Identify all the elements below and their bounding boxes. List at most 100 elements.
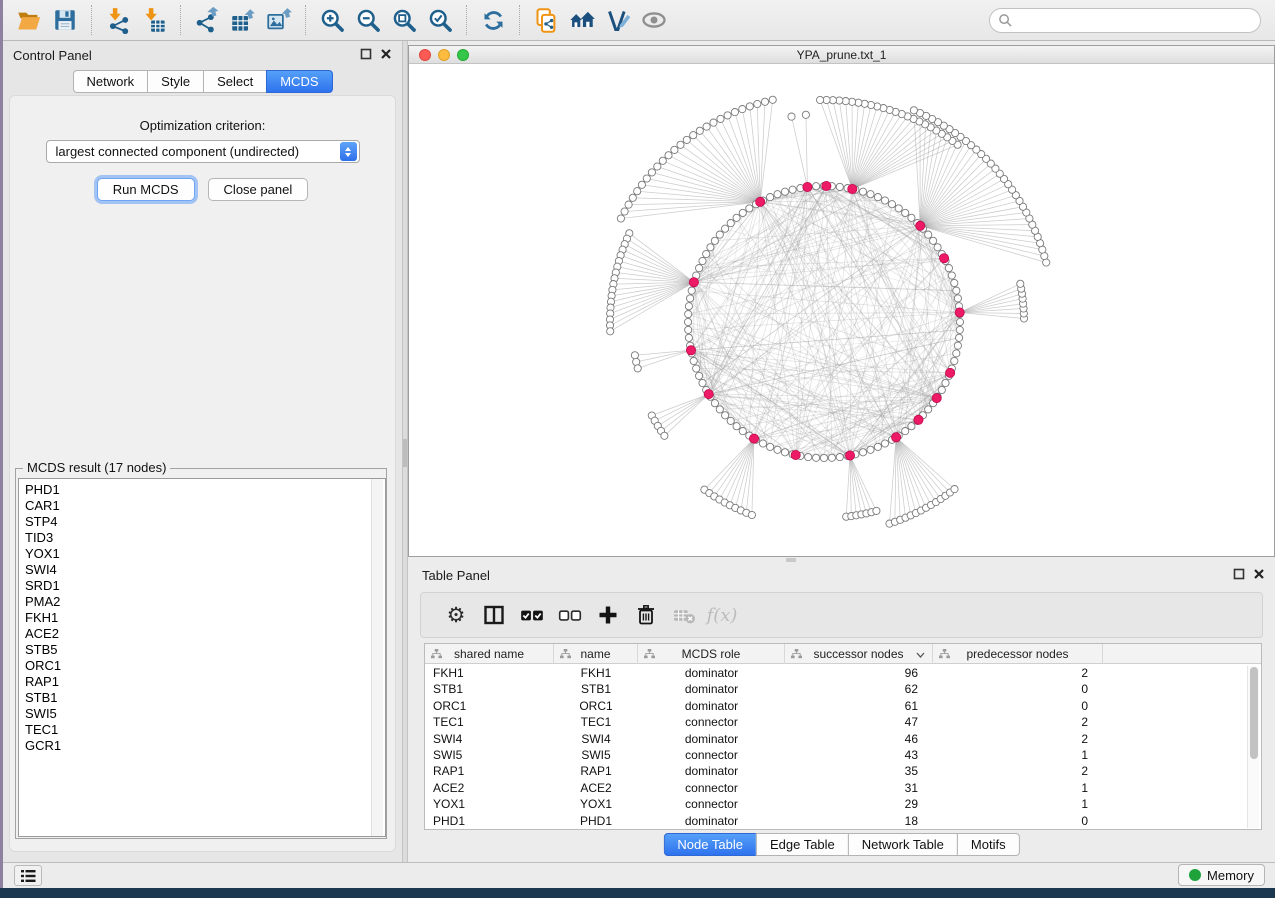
mcds-result-item[interactable]: STP4	[25, 514, 385, 530]
network-node[interactable]	[707, 244, 714, 251]
network-node[interactable]	[696, 372, 703, 379]
clone-network-button[interactable]	[528, 4, 564, 36]
mcds-result-item[interactable]: STB1	[25, 690, 385, 706]
network-node[interactable]	[754, 100, 761, 107]
network-node[interactable]	[677, 141, 684, 148]
mcds-result-item[interactable]: PHD1	[25, 482, 385, 498]
network-node[interactable]	[836, 183, 843, 190]
mcds-result-list[interactable]: PHD1CAR1STP4TID3YOX1SWI4SRD1PMA2FKH1ACE2…	[18, 478, 386, 837]
network-node[interactable]	[724, 112, 731, 119]
network-node[interactable]	[867, 191, 874, 198]
network-node[interactable]	[685, 303, 692, 310]
network-node[interactable]	[954, 342, 961, 349]
create-column-button[interactable]	[589, 596, 627, 634]
network-hub-node[interactable]	[914, 415, 923, 424]
show-hide-button[interactable]	[636, 4, 672, 36]
vizmapper-button[interactable]	[600, 4, 636, 36]
column-header-MCDS-role[interactable]: MCDS role	[638, 644, 785, 664]
task-history-button[interactable]	[14, 865, 42, 886]
network-node[interactable]	[688, 287, 695, 294]
close-panel-icon[interactable]	[1253, 568, 1265, 580]
mcds-result-item[interactable]: CAR1	[25, 498, 385, 514]
network-node[interactable]	[956, 334, 963, 341]
table-row[interactable]: SWI4SWI4dominator462	[425, 731, 1261, 747]
network-node[interactable]	[874, 443, 881, 450]
network-node[interactable]	[634, 188, 641, 195]
network-node[interactable]	[716, 406, 723, 413]
table-row[interactable]: RAP1RAP1dominator352	[425, 763, 1261, 779]
tab-network-table[interactable]: Network Table	[848, 833, 958, 856]
network-node[interactable]	[684, 318, 691, 325]
network-hub-node[interactable]	[686, 346, 695, 355]
network-node[interactable]	[817, 96, 824, 103]
mcds-list-scrollbar[interactable]	[371, 479, 383, 836]
zoom-in-button[interactable]	[314, 4, 350, 36]
mcds-result-item[interactable]: GCR1	[25, 738, 385, 754]
column-header-shared-name[interactable]: shared name	[425, 644, 554, 664]
network-node[interactable]	[659, 157, 666, 164]
network-hub-node[interactable]	[749, 434, 758, 443]
save-session-button[interactable]	[47, 4, 83, 36]
tab-style[interactable]: Style	[147, 70, 204, 93]
criterion-dropdown[interactable]: largest connected component (undirected)	[46, 140, 360, 163]
search-field[interactable]	[989, 8, 1261, 33]
network-node[interactable]	[727, 220, 734, 227]
table-row[interactable]: TEC1TEC1connector472	[425, 714, 1261, 730]
network-node[interactable]	[638, 181, 645, 188]
network-hub-node[interactable]	[791, 450, 800, 459]
search-input[interactable]	[1013, 13, 1252, 28]
network-node[interactable]	[633, 358, 640, 365]
network-node[interactable]	[690, 132, 697, 139]
network-hub-node[interactable]	[756, 197, 765, 206]
network-hub-node[interactable]	[803, 182, 812, 191]
network-node[interactable]	[703, 123, 710, 130]
memory-button[interactable]: Memory	[1178, 864, 1265, 886]
network-node[interactable]	[716, 231, 723, 238]
network-node[interactable]	[685, 326, 692, 333]
tab-mcds[interactable]: MCDS	[266, 70, 332, 93]
column-header-predecessor-nodes[interactable]: predecessor nodes	[933, 644, 1103, 664]
table-scrollbar[interactable]	[1247, 666, 1259, 828]
network-node[interactable]	[888, 201, 895, 208]
network-node[interactable]	[769, 96, 776, 103]
network-node[interactable]	[942, 379, 949, 386]
network-node[interactable]	[828, 454, 835, 461]
network-node[interactable]	[693, 365, 700, 372]
network-node[interactable]	[617, 215, 624, 222]
network-node[interactable]	[748, 511, 755, 518]
mcds-result-item[interactable]: FKH1	[25, 610, 385, 626]
network-node[interactable]	[867, 446, 874, 453]
network-node[interactable]	[690, 357, 697, 364]
network-node[interactable]	[607, 328, 614, 335]
table-row[interactable]: ORC1ORC1dominator610	[425, 698, 1261, 714]
splitter-grip[interactable]	[403, 439, 407, 467]
network-node[interactable]	[781, 449, 788, 456]
network-node[interactable]	[634, 365, 641, 372]
network-node[interactable]	[661, 432, 668, 439]
zoom-out-button[interactable]	[350, 4, 386, 36]
mcds-result-item[interactable]: RAP1	[25, 674, 385, 690]
network-node[interactable]	[774, 191, 781, 198]
network-node[interactable]	[953, 350, 960, 357]
network-node[interactable]	[802, 111, 809, 118]
export-image-button[interactable]	[261, 4, 297, 36]
network-node[interactable]	[687, 295, 694, 302]
network-node[interactable]	[665, 152, 672, 159]
network-node[interactable]	[625, 201, 632, 208]
export-network-button[interactable]	[189, 4, 225, 36]
network-node[interactable]	[733, 214, 740, 221]
network-node[interactable]	[953, 287, 960, 294]
mcds-result-item[interactable]: YOX1	[25, 546, 385, 562]
network-node[interactable]	[881, 197, 888, 204]
mcds-result-item[interactable]: TID3	[25, 530, 385, 546]
float-panel-icon[interactable]	[360, 48, 372, 60]
zoom-fit-button[interactable]	[386, 4, 422, 36]
network-hub-node[interactable]	[892, 433, 901, 442]
network-node[interactable]	[710, 119, 717, 126]
mcds-result-item[interactable]: PMA2	[25, 594, 385, 610]
network-node[interactable]	[683, 136, 690, 143]
network-node[interactable]	[703, 250, 710, 257]
network-node[interactable]	[836, 454, 843, 461]
tab-edge-table[interactable]: Edge Table	[756, 833, 849, 856]
network-node[interactable]	[759, 440, 766, 447]
